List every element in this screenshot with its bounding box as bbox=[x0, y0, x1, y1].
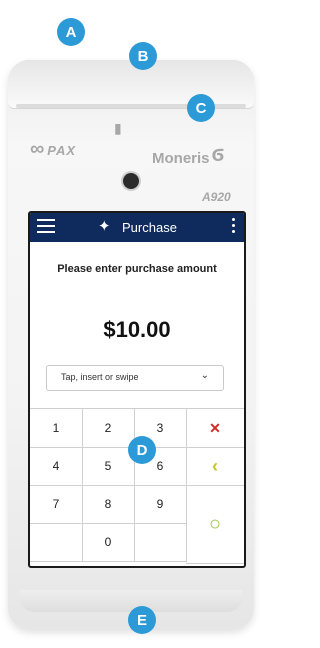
model-label: A920 bbox=[202, 190, 231, 204]
blank-key-right bbox=[134, 523, 187, 562]
key-4[interactable]: 4 bbox=[30, 447, 83, 486]
key-7[interactable]: 7 bbox=[30, 485, 83, 524]
moneris-logo: Monerisϭ bbox=[152, 141, 225, 167]
camera-icon bbox=[123, 173, 139, 189]
key-1[interactable]: 1 bbox=[30, 409, 83, 448]
printer-cover bbox=[8, 60, 254, 109]
tag-icon: ✦ bbox=[98, 218, 111, 235]
keypad: 1 2 3 ✕ 4 5 6 ‹ 7 8 9 ○ 0 bbox=[30, 408, 244, 566]
hamburger-icon[interactable] bbox=[37, 219, 55, 233]
cancel-key[interactable]: ✕ bbox=[186, 409, 244, 448]
key-8[interactable]: 8 bbox=[82, 485, 135, 524]
key-2[interactable]: 2 bbox=[82, 409, 135, 448]
marker-e: E bbox=[128, 606, 156, 634]
kebab-icon[interactable] bbox=[232, 218, 236, 236]
key-0[interactable]: 0 bbox=[82, 523, 135, 562]
key-9[interactable]: 9 bbox=[134, 485, 187, 524]
bottom-edge bbox=[20, 590, 242, 612]
marker-b: B bbox=[129, 42, 157, 70]
touch-screen: ✦ Purchase Please enter purchase amount … bbox=[28, 211, 246, 568]
entry-method-select[interactable]: Tap, insert or swipe ⌄ bbox=[46, 365, 224, 391]
back-key[interactable]: ‹ bbox=[186, 447, 244, 486]
key-5[interactable]: 5 bbox=[82, 447, 135, 486]
page-title: Purchase bbox=[122, 220, 177, 235]
blank-key-left bbox=[30, 523, 83, 562]
entry-method-value: Tap, insert or swipe bbox=[61, 372, 139, 382]
chevron-down-icon: ⌄ bbox=[200, 370, 209, 381]
marker-a: A bbox=[57, 18, 85, 46]
paper-icon: ▮ bbox=[114, 120, 122, 136]
marker-d: D bbox=[128, 436, 156, 464]
marker-c: C bbox=[187, 94, 215, 122]
ok-key[interactable]: ○ bbox=[186, 485, 244, 564]
top-bar: ✦ Purchase bbox=[30, 213, 244, 242]
pax-logo: ∞ PAX bbox=[30, 138, 77, 160]
amount-display: $10.00 bbox=[103, 317, 171, 342]
amount-prompt: Please enter purchase amount bbox=[57, 263, 217, 275]
